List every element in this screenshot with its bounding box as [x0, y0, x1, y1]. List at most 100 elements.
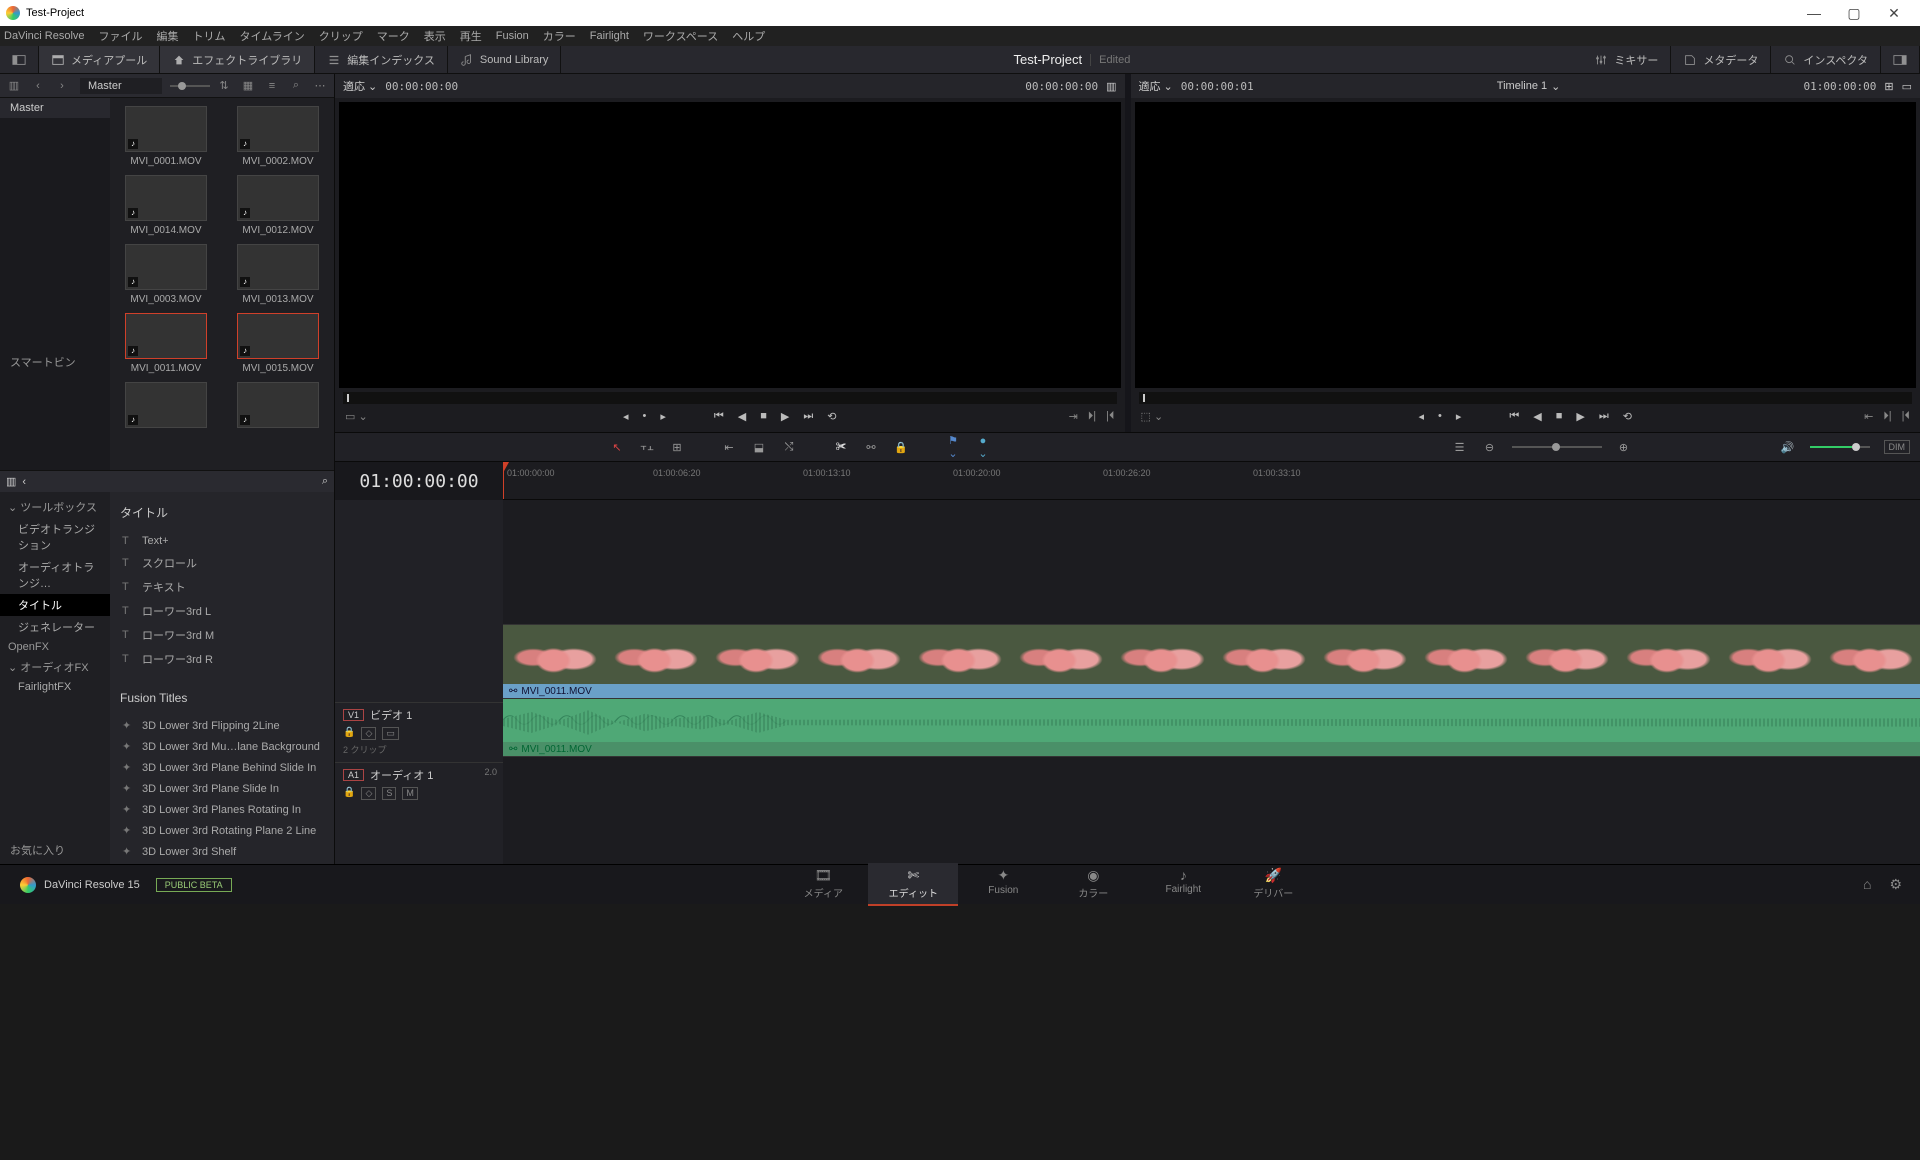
tl-out-icon[interactable]: |⏴: [1902, 410, 1910, 423]
clip-item[interactable]: ♪MVI_0002.MOV: [226, 106, 330, 167]
clip-thumb[interactable]: ♪: [237, 106, 319, 152]
fx-atrans[interactable]: オーディオトランジ…: [0, 556, 110, 594]
breadcrumb-master[interactable]: Master: [80, 78, 162, 94]
menu-trim[interactable]: トリム: [193, 28, 226, 44]
menu-color[interactable]: カラー: [543, 28, 576, 44]
options-icon[interactable]: ⋯: [310, 77, 330, 95]
src-canvas[interactable]: [339, 102, 1121, 388]
bin-view-icon[interactable]: ▥: [4, 77, 24, 95]
fx-fairlightfx[interactable]: FairlightFX: [0, 678, 110, 696]
tool-dynamic-icon[interactable]: ⊞: [669, 441, 685, 454]
track-header-v1[interactable]: V1ビデオ 1 🔒◇▭ 2 クリップ: [335, 702, 503, 762]
a1-solo-button[interactable]: S: [382, 787, 396, 800]
a1-auto-icon[interactable]: ◇: [361, 787, 376, 800]
menu-mark[interactable]: マーク: [377, 28, 410, 44]
page-edit[interactable]: ✄エディット: [868, 863, 958, 906]
nav-fwd-icon[interactable]: ›: [52, 77, 72, 95]
menu-edit[interactable]: 編集: [157, 28, 179, 44]
video-clip[interactable]: [503, 625, 1920, 684]
track-header-a1[interactable]: A1オーディオ 1 2.0 🔒◇SM: [335, 762, 503, 820]
menu-file[interactable]: ファイル: [99, 28, 143, 44]
mixer-toggle[interactable]: ミキサー: [1582, 46, 1671, 73]
dim-button[interactable]: DIM: [1884, 440, 1911, 454]
zoom-slider[interactable]: [1512, 446, 1602, 448]
tl-prev-icon[interactable]: ◀: [1533, 410, 1541, 423]
v1-lock-icon[interactable]: 🔒: [343, 727, 355, 740]
page-fusion[interactable]: ✦Fusion: [958, 863, 1048, 906]
v1-disp-icon[interactable]: ▭: [382, 727, 399, 740]
video-track-1[interactable]: ⚯MVI_0011.MOV: [503, 624, 1920, 698]
clip-thumb[interactable]: ♪: [125, 244, 207, 290]
tl-overlay-icon[interactable]: ⬚ ⌄: [1141, 410, 1164, 423]
src-first-icon[interactable]: ⏮: [714, 410, 724, 423]
a1-badge[interactable]: A1: [343, 769, 364, 781]
title-preset[interactable]: Tテキスト: [120, 575, 324, 599]
playhead[interactable]: [503, 462, 504, 499]
fx-audiofx[interactable]: ⌄ オーディオFX: [0, 656, 110, 678]
tool-razor-icon[interactable]: ✀: [833, 441, 849, 454]
page-media[interactable]: 🎞メディア: [778, 863, 868, 906]
menu-fusion[interactable]: Fusion: [496, 30, 529, 42]
src-jog-dot-icon[interactable]: •: [643, 410, 647, 423]
clip-thumb[interactable]: ♪: [237, 244, 319, 290]
fusion-title-preset[interactable]: ✦3D Lower 3rd Planes Rotating In: [120, 799, 324, 820]
effects-toggle[interactable]: エフェクトライブラリ: [160, 46, 315, 73]
fusion-title-preset[interactable]: ✦3D Lower 3rd Plane Behind Slide In: [120, 757, 324, 778]
tl-first-icon[interactable]: ⏮: [1509, 410, 1519, 423]
menu-clip[interactable]: クリップ: [319, 28, 363, 44]
clip-item[interactable]: ♪MVI_0001.MOV: [114, 106, 218, 167]
title-preset[interactable]: Tスクロール: [120, 551, 324, 575]
fusion-title-preset[interactable]: ✦3D Lower 3rd Shelf: [120, 841, 324, 862]
grid-view-icon[interactable]: ▦: [238, 77, 258, 95]
fx-toolbox[interactable]: ⌄ ツールボックス: [0, 496, 110, 518]
tl-jog-left-icon[interactable]: ◂: [1418, 410, 1424, 423]
v1-auto-icon[interactable]: ◇: [361, 727, 376, 740]
clip-thumb[interactable]: ♪: [125, 382, 207, 428]
tl-loop-icon[interactable]: ⟲: [1623, 410, 1632, 423]
clip-item[interactable]: ♪MVI_0003.MOV: [114, 244, 218, 305]
tool-viewopts-icon[interactable]: ☰: [1452, 441, 1468, 454]
src-fit-dropdown[interactable]: 適応 ⌄: [343, 78, 377, 94]
soundlib-toggle[interactable]: Sound Library: [448, 46, 562, 73]
menu-view[interactable]: 表示: [424, 28, 446, 44]
title-preset[interactable]: Tローワー3rd L: [120, 599, 324, 623]
src-loop-icon[interactable]: ⟲: [827, 410, 836, 423]
title-preset[interactable]: Tローワー3rd M: [120, 623, 324, 647]
src-next-icon[interactable]: ⏭: [803, 410, 813, 423]
fx-titles[interactable]: タイトル: [0, 594, 110, 616]
nav-back-icon[interactable]: ‹: [28, 77, 48, 95]
timeline-body[interactable]: 01:00:00:00 01:00:06:20 01:00:13:10 01:0…: [503, 462, 1920, 864]
tool-replace-icon[interactable]: ⤭: [781, 441, 797, 454]
src-prev-icon[interactable]: ◀: [738, 410, 746, 423]
page-fairlight[interactable]: ♪Fairlight: [1138, 863, 1228, 906]
src-scrubber[interactable]: [343, 392, 1117, 404]
title-preset[interactable]: TText+: [120, 531, 324, 551]
panel-toggle-right-icon[interactable]: [1881, 46, 1920, 73]
fusion-title-preset[interactable]: ✦3D Lower 3rd Rotating Plane 2 Line: [120, 820, 324, 841]
src-jog-right-icon[interactable]: ▸: [660, 410, 666, 423]
tl-matchframe-icon[interactable]: ⇤: [1864, 410, 1873, 423]
clip-thumb[interactable]: ♪: [237, 313, 319, 359]
maximize-button[interactable]: ▢: [1834, 5, 1874, 22]
menu-davinci[interactable]: DaVinci Resolve: [4, 30, 85, 42]
timeline-timecode[interactable]: 01:00:00:00: [335, 462, 503, 500]
timeline-ruler[interactable]: 01:00:00:00 01:00:06:20 01:00:13:10 01:0…: [503, 462, 1920, 500]
menu-help[interactable]: ヘルプ: [732, 28, 765, 44]
clip-thumb[interactable]: ♪: [125, 313, 207, 359]
tl-play-icon[interactable]: ▶: [1576, 410, 1584, 423]
tool-flag-icon[interactable]: ⚑ ⌄: [945, 434, 961, 460]
volume-slider[interactable]: [1810, 446, 1870, 448]
fx-search-icon[interactable]: ⌕: [32, 475, 328, 488]
clip-item[interactable]: ♪MVI_0015.MOV: [226, 313, 330, 374]
fx-nav-icon[interactable]: ‹: [22, 476, 26, 488]
zoom-out-icon[interactable]: ⊖: [1482, 441, 1498, 454]
menu-fairlight[interactable]: Fairlight: [590, 30, 629, 42]
tl-scopes-icon[interactable]: ⊞: [1884, 80, 1893, 93]
menu-workspace[interactable]: ワークスペース: [643, 28, 718, 44]
clip-thumb[interactable]: ♪: [125, 175, 207, 221]
tl-jog-dot-icon[interactable]: •: [1438, 410, 1442, 423]
src-play-icon[interactable]: ▶: [781, 410, 789, 423]
clip-thumb[interactable]: ♪: [125, 106, 207, 152]
tool-overwrite-icon[interactable]: ⬓: [751, 441, 767, 454]
v1-badge[interactable]: V1: [343, 709, 364, 721]
